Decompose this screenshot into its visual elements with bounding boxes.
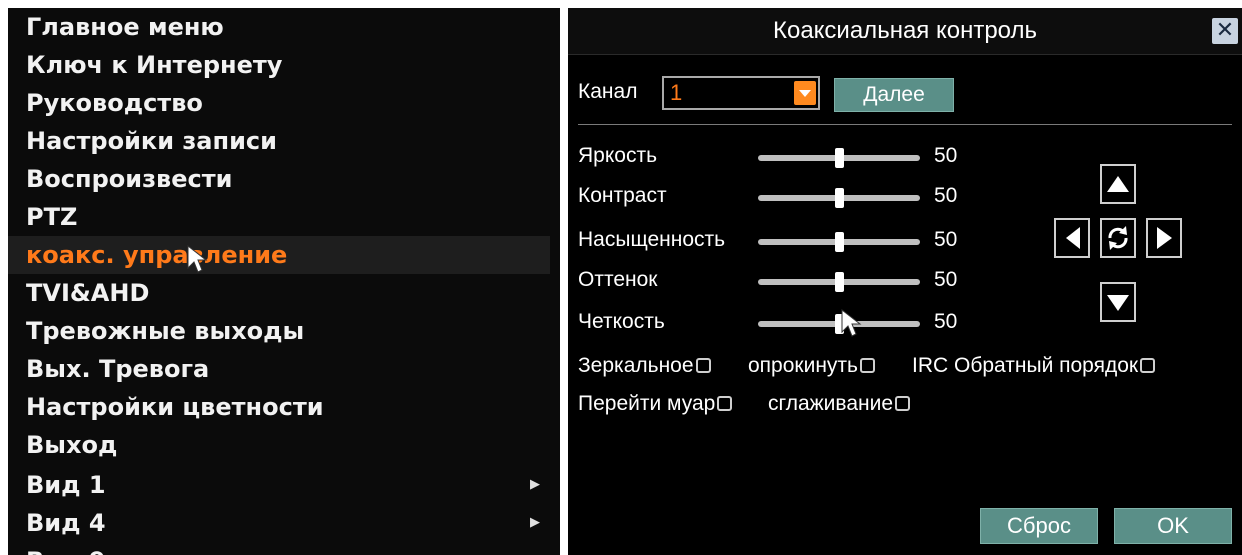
dialog-title-bar: Коаксиальная контроль ✕ <box>568 8 1242 55</box>
hue-value: 50 <box>934 268 958 291</box>
moire-checkbox[interactable] <box>717 396 733 411</box>
menu-item-internet-key[interactable]: Ключ к Интернету <box>8 46 550 84</box>
contrast-slider[interactable] <box>758 188 920 208</box>
sharpness-slider[interactable] <box>758 314 920 334</box>
flip-option: опрокинуть <box>748 354 875 378</box>
channel-value: 1 <box>670 80 683 105</box>
ptz-down-button[interactable] <box>1100 282 1136 322</box>
brightness-value: 50 <box>934 144 958 167</box>
channel-label: Канал <box>578 80 638 103</box>
moire-option: Перейти муар <box>578 392 733 416</box>
arrow-right-icon <box>1157 227 1172 249</box>
smoothing-label: сглаживание <box>768 392 894 415</box>
close-icon[interactable]: ✕ <box>1212 18 1238 44</box>
hue-label: Оттенок <box>578 268 658 291</box>
arrow-up-icon <box>1107 176 1129 192</box>
menu-item-view-9[interactable]: Вид 9 <box>8 542 550 555</box>
menu-item-label: Вид 1 <box>26 471 106 499</box>
menu-item-alarm-out[interactable]: Вых. Тревога <box>8 350 550 388</box>
ptz-up-button[interactable] <box>1100 164 1136 204</box>
reset-button[interactable]: Сброс <box>980 508 1098 544</box>
main-menu: Главное меню Ключ к Интернету Руководств… <box>8 8 560 555</box>
saturation-value: 50 <box>934 228 958 251</box>
menu-item-guide[interactable]: Руководство <box>8 84 550 122</box>
ptz-right-button[interactable] <box>1146 218 1182 258</box>
refresh-icon <box>1108 226 1128 250</box>
menu-item-record-settings[interactable]: Настройки записи <box>8 122 550 160</box>
arrow-left-icon <box>1066 227 1080 249</box>
slider-handle[interactable] <box>835 148 844 168</box>
arrow-down-icon <box>1107 295 1129 311</box>
chevron-down-icon[interactable] <box>794 81 816 105</box>
smoothing-checkbox[interactable] <box>895 396 911 411</box>
flip-label: опрокинуть <box>748 354 858 377</box>
irc-reverse-checkbox[interactable] <box>1140 358 1156 373</box>
mirror-option: Зеркальное <box>578 354 711 378</box>
menu-item-view-1[interactable]: Вид 1 ▶ <box>8 466 550 504</box>
smoothing-option: сглаживание <box>768 392 911 416</box>
next-button[interactable]: Далее <box>834 78 954 112</box>
ptz-center-button[interactable] <box>1100 218 1136 258</box>
ok-button[interactable]: OK <box>1114 508 1232 544</box>
menu-item-view-4[interactable]: Вид 4 ▶ <box>8 504 550 542</box>
channel-select[interactable]: 1 <box>662 76 820 110</box>
ptz-left-button[interactable] <box>1054 218 1090 258</box>
sharpness-label: Четкость <box>578 310 665 333</box>
menu-item-label: Вид 4 <box>26 509 106 537</box>
flip-checkbox[interactable] <box>859 358 875 373</box>
menu-item-playback[interactable]: Воспроизвести <box>8 160 550 198</box>
brightness-label: Яркость <box>578 144 658 167</box>
menu-item-exit[interactable]: Выход <box>8 426 550 464</box>
mirror-label: Зеркальное <box>578 354 694 377</box>
contrast-label: Контраст <box>578 184 667 207</box>
dialog-title: Коаксиальная контроль <box>772 17 1037 44</box>
menu-item-color-settings[interactable]: Настройки цветности <box>8 388 550 426</box>
slider-handle[interactable] <box>835 272 844 292</box>
menu-item-main-menu[interactable]: Главное меню <box>8 8 550 46</box>
menu-item-coax-control[interactable]: коакс. управление <box>8 236 550 274</box>
divider <box>578 124 1232 125</box>
submenu-arrow-icon: ▶ <box>530 515 540 530</box>
contrast-value: 50 <box>934 184 958 207</box>
slider-handle[interactable] <box>835 188 844 208</box>
menu-item-ptz[interactable]: PTZ <box>8 198 550 236</box>
sharpness-value: 50 <box>934 310 958 333</box>
mouse-pointer-icon <box>841 308 862 337</box>
mouse-pointer-icon <box>187 244 208 273</box>
coax-control-dialog: Коаксиальная контроль ✕ Канал 1 Далее Яр… <box>568 8 1242 555</box>
irc-reverse-label: IRC Обратный порядок <box>912 354 1139 377</box>
mirror-checkbox[interactable] <box>695 358 711 373</box>
hue-slider[interactable] <box>758 272 920 292</box>
menu-item-alarm-outputs[interactable]: Тревожные выходы <box>8 312 550 350</box>
irc-reverse-option: IRC Обратный порядок <box>912 354 1156 378</box>
moire-label: Перейти муар <box>578 392 716 415</box>
saturation-slider[interactable] <box>758 232 920 252</box>
slider-handle[interactable] <box>835 232 844 252</box>
saturation-label: Насыщенность <box>578 228 726 251</box>
submenu-arrow-icon: ▶ <box>530 477 540 492</box>
brightness-slider[interactable] <box>758 148 920 168</box>
menu-item-tvi-ahd[interactable]: TVI&AHD <box>8 274 550 312</box>
